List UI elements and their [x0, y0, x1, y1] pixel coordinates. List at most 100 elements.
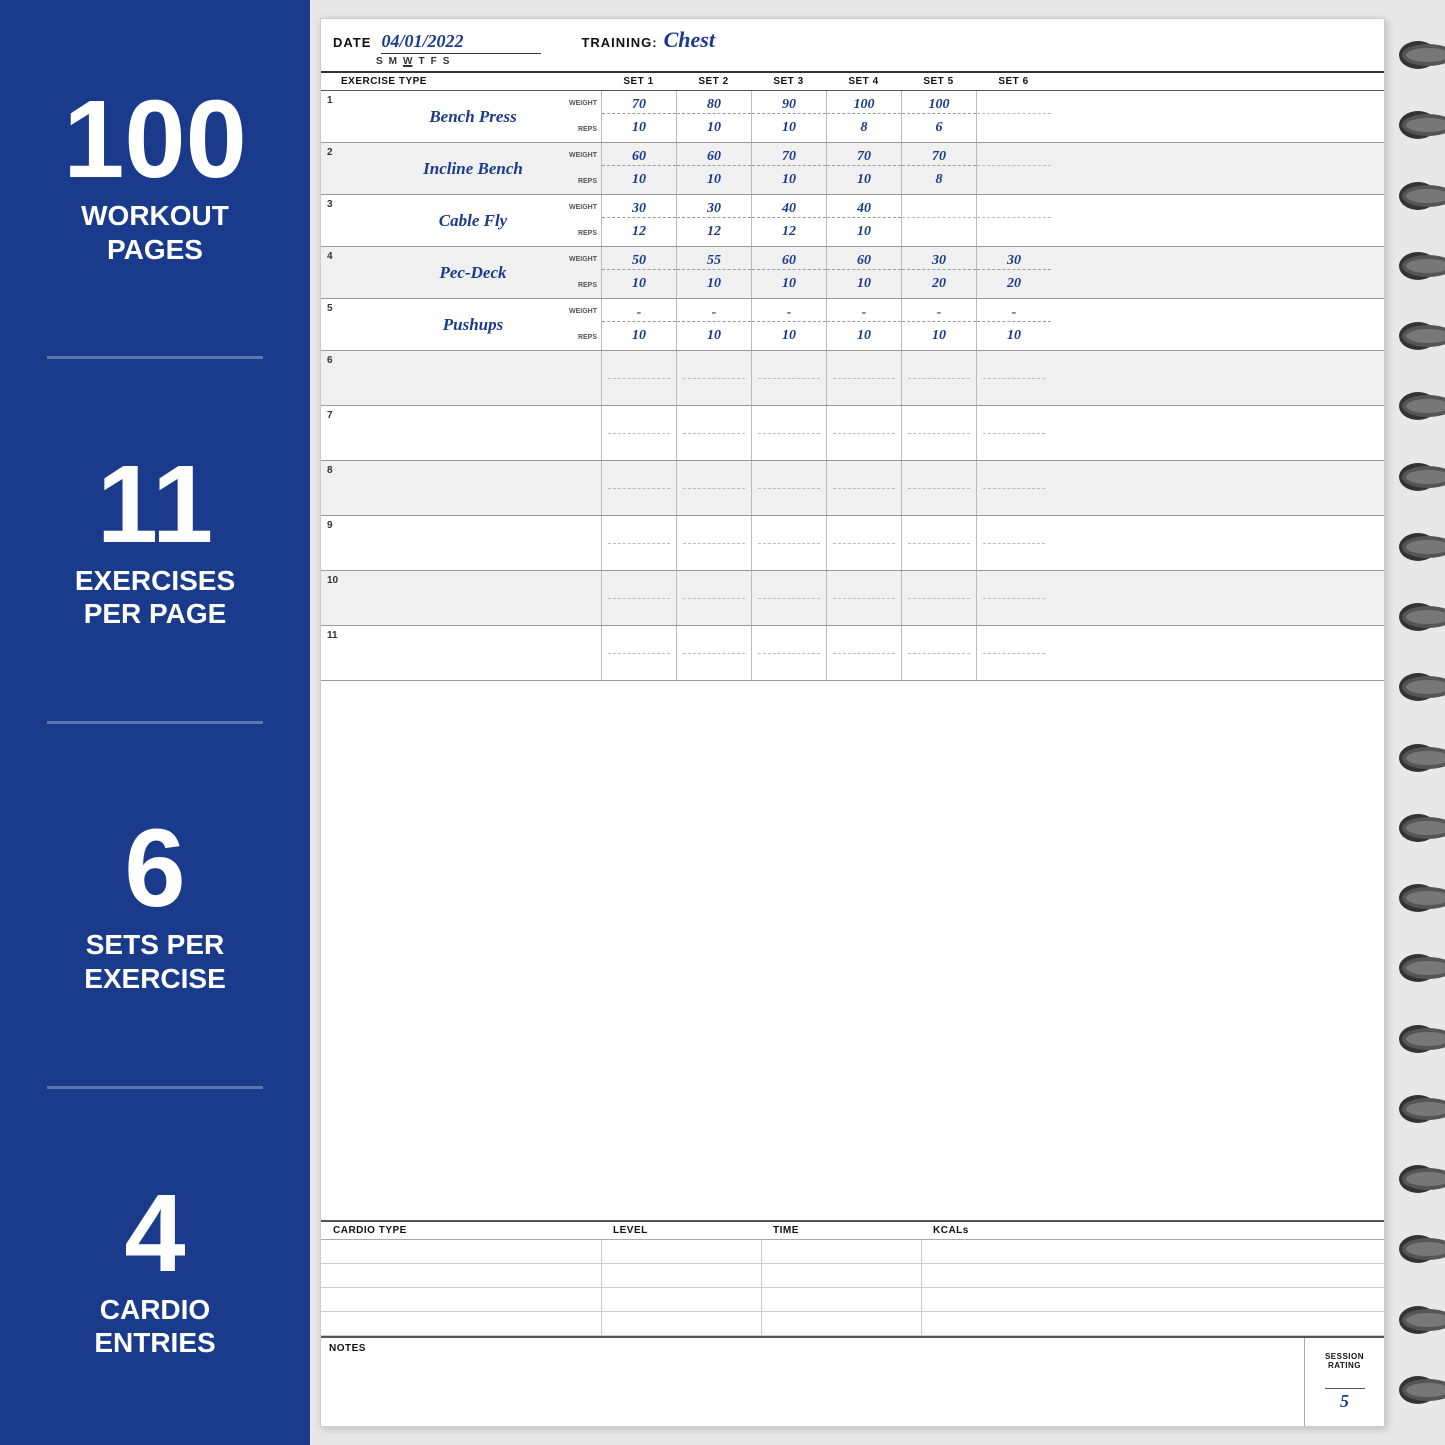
cardio-cell	[761, 1240, 921, 1263]
exercise-row: 10	[321, 571, 1384, 626]
set-cell	[901, 351, 976, 405]
dash-line	[608, 488, 671, 489]
cardio-level-header: LEVEL	[601, 1225, 761, 1236]
exercise-name: Cable Fly	[345, 211, 601, 231]
set-cell	[976, 461, 1051, 515]
weight-label: WEIGHT	[569, 100, 597, 107]
notes-section: NOTES SESSIONRATING 5	[321, 1336, 1384, 1426]
row-number: 9	[327, 520, 333, 531]
table-header: EXERCISE TYPE SET 1 SET 2 SET 3 SET 4 SE…	[321, 73, 1384, 91]
dash-line	[908, 598, 971, 599]
workout-pages-number: 100	[63, 85, 247, 195]
exercise-rows: 1Bench PressWEIGHTREPS701080109010100810…	[321, 91, 1384, 1220]
notes-area: NOTES	[321, 1338, 1304, 1426]
weight-value: 70	[902, 149, 976, 166]
set-cell: 8010	[676, 91, 751, 142]
set-cell	[976, 516, 1051, 570]
exercise-row: 4Pec-DeckWEIGHTREPS501055106010601030203…	[321, 247, 1384, 299]
dash-line	[983, 598, 1046, 599]
dash-line	[758, 433, 821, 434]
exercise-name-cell: 2Incline BenchWEIGHTREPS	[321, 143, 601, 194]
cardio-type-header: CARDIO TYPE	[321, 1225, 601, 1236]
set-cell	[751, 406, 826, 460]
sets-number: 6	[84, 814, 226, 924]
set-cell: 7010	[601, 91, 676, 142]
set-cell	[601, 461, 676, 515]
session-rating-label: SESSIONRATING	[1325, 1352, 1364, 1371]
exercise-row: 7	[321, 406, 1384, 461]
set-cell	[751, 461, 826, 515]
session-rating-value: 5	[1325, 1388, 1365, 1412]
reps-value: 10	[902, 328, 976, 344]
exercise-row: 2Incline BenchWEIGHTREPS6010601070107010…	[321, 143, 1384, 195]
days-row: S M W T F S	[333, 56, 1372, 67]
exercise-name-cell: 1Bench PressWEIGHTREPS	[321, 91, 601, 142]
set-cell: ——	[976, 195, 1051, 246]
reps-value: 12	[752, 224, 826, 240]
reps-value: 10	[602, 172, 676, 188]
weight-value: 55	[677, 253, 751, 270]
right-panel: DATE 04/01/2022 TRAINING: Chest S M W T …	[310, 0, 1445, 1445]
coil-12	[1399, 814, 1437, 842]
set-cell: 1008	[826, 91, 901, 142]
reps-value: 10	[977, 328, 1051, 344]
coil-1	[1399, 41, 1437, 69]
set-cell: 4010	[826, 195, 901, 246]
set-cell: 708	[901, 143, 976, 194]
exercise-row: 9	[321, 516, 1384, 571]
day-F: F	[431, 56, 437, 67]
cardio-cell	[601, 1312, 761, 1335]
set-cell: 3020	[976, 247, 1051, 298]
weight-value: -	[902, 305, 976, 322]
divider-3	[47, 1086, 263, 1089]
weight-value: -	[827, 305, 901, 322]
weight-value: 90	[752, 97, 826, 114]
set-cell: ——	[901, 195, 976, 246]
weight-value: 80	[677, 97, 751, 114]
set-cell: 6010	[676, 143, 751, 194]
exercise-row: 6	[321, 351, 1384, 406]
cardio-label: CARDIOENTRIES	[94, 1293, 215, 1360]
cardio-number: 4	[94, 1179, 215, 1289]
reps-value: 8	[902, 172, 976, 188]
cardio-cell	[601, 1288, 761, 1311]
weight-value: —	[977, 201, 1051, 218]
reps-value: 10	[752, 276, 826, 292]
set-cell	[751, 516, 826, 570]
reps-value: —	[902, 224, 976, 240]
coil-4	[1399, 252, 1437, 280]
coil-3	[1399, 182, 1437, 210]
left-panel: 100 WORKOUTPAGES 11 EXERCISESPER PAGE 6 …	[0, 0, 310, 1445]
set-cell	[676, 516, 751, 570]
dash-line	[683, 378, 746, 379]
reps-value: 10	[752, 172, 826, 188]
set-cell: 6010	[751, 247, 826, 298]
dash-line	[683, 488, 746, 489]
cardio-cell	[761, 1312, 921, 1335]
reps-value: 10	[602, 328, 676, 344]
set-cell: 3012	[676, 195, 751, 246]
set-cell: - 10	[901, 299, 976, 350]
set-cell	[901, 626, 976, 680]
cardio-row	[321, 1240, 1384, 1264]
col-set5: SET 5	[901, 76, 976, 87]
exercise-name-cell: 3Cable FlyWEIGHTREPS	[321, 195, 601, 246]
coil-17	[1399, 1165, 1437, 1193]
dash-line	[608, 543, 671, 544]
set-cell: 3012	[601, 195, 676, 246]
set-cell	[976, 406, 1051, 460]
reps-label: REPS	[569, 178, 597, 185]
training-value: Chest	[664, 27, 715, 53]
set-cell	[601, 626, 676, 680]
day-S1: S	[376, 56, 383, 67]
row-number: 2	[327, 147, 333, 158]
cardio-cell	[921, 1264, 1384, 1287]
exercise-name: Pec-Deck	[345, 263, 601, 283]
cardio-row	[321, 1312, 1384, 1336]
row-number: 7	[327, 410, 333, 421]
reps-label: REPS	[569, 230, 597, 237]
cardio-cell	[321, 1312, 601, 1335]
cardio-row	[321, 1264, 1384, 1288]
set-cell	[826, 461, 901, 515]
set-cell: -10	[826, 299, 901, 350]
